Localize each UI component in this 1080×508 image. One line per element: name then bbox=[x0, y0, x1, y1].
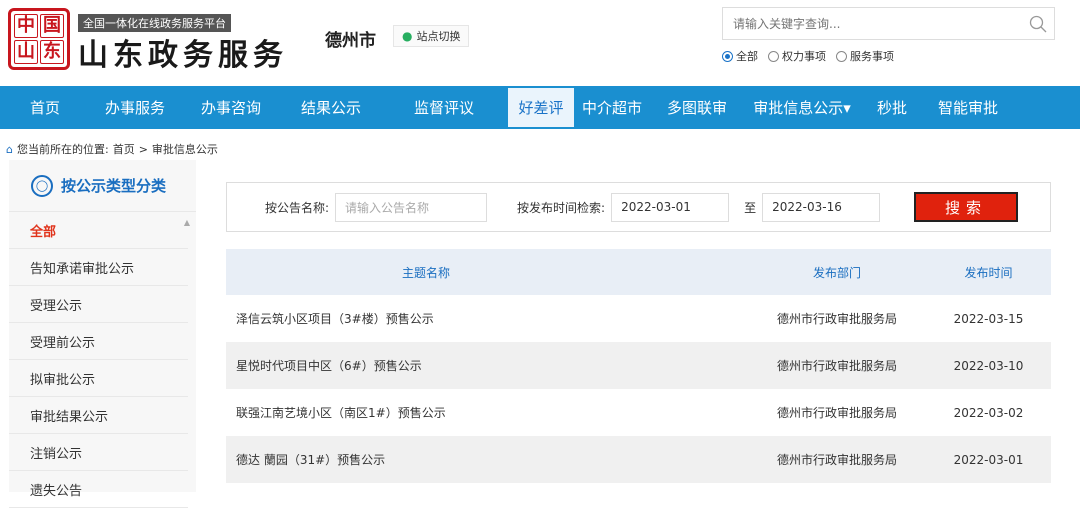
radio-icon bbox=[768, 50, 779, 62]
row-title[interactable]: 泽信云筑小区项目（3#楼）预售公示 bbox=[226, 310, 626, 327]
brand-title[interactable]: 山东政务服务 bbox=[78, 30, 288, 74]
category-icon: ◯ bbox=[31, 174, 53, 197]
breadcrumb-home[interactable]: 首页 bbox=[113, 141, 135, 157]
nav-item-instant[interactable]: 秒批 bbox=[860, 86, 924, 129]
table-row[interactable]: 星悦时代项目中区（6#）预售公示 德州市行政审批服务局 2022-03-10 bbox=[226, 342, 1051, 389]
scope-label: 服务事项 bbox=[850, 50, 894, 63]
logo-char: 东 bbox=[40, 40, 64, 64]
table-row[interactable]: 泽信云筑小区项目（3#楼）预售公示 德州市行政审批服务局 2022-03-15 bbox=[226, 295, 1051, 342]
row-date: 2022-03-15 bbox=[953, 311, 1024, 326]
header-date: 发布时间 bbox=[964, 265, 1013, 280]
table-header: 主题名称 发布部门 发布时间 bbox=[226, 249, 1051, 295]
row-department: 德州市行政审批服务局 bbox=[776, 406, 897, 420]
city-name: 德州市 bbox=[325, 31, 376, 51]
header-title: 主题名称 bbox=[401, 265, 450, 280]
nav-item-joint-review[interactable]: 多图联审 bbox=[650, 86, 744, 129]
scope-label: 全部 bbox=[736, 50, 758, 63]
main-nav: 首页 办事服务 办事咨询 结果公示 监督评议 好差评 中介超市 多图联审 审批信… bbox=[0, 86, 1080, 129]
nav-item-smart[interactable]: 智能审批 bbox=[924, 86, 1012, 129]
sidebar-item-results[interactable]: 审批结果公示 bbox=[9, 397, 188, 434]
nav-item-rating[interactable]: 好差评 bbox=[508, 88, 574, 127]
sidebar-item-lost[interactable]: 遗失公告 bbox=[9, 471, 188, 508]
sidebar-item-notice-commit[interactable]: 告知承诺审批公示 bbox=[9, 249, 188, 286]
header-department: 发布部门 bbox=[812, 265, 861, 280]
scope-option-power[interactable]: 权力事项 bbox=[768, 48, 826, 64]
search-button[interactable]: 搜索 bbox=[914, 192, 1018, 222]
nav-item-home[interactable]: 首页 bbox=[0, 86, 90, 129]
site-switch-label: 站点切换 bbox=[416, 30, 461, 43]
breadcrumb-sep: > bbox=[138, 142, 148, 156]
row-title[interactable]: 星悦时代项目中区（6#）预售公示 bbox=[226, 357, 626, 374]
row-date: 2022-03-02 bbox=[953, 405, 1024, 420]
date-to-input[interactable]: 2022-03-16 bbox=[762, 192, 881, 222]
row-date: 2022-03-01 bbox=[953, 452, 1024, 467]
date-from-input[interactable]: 2022-03-01 bbox=[611, 192, 730, 222]
scope-option-all[interactable]: 全部 bbox=[722, 48, 758, 64]
name-filter-label: 按公告名称: bbox=[265, 200, 330, 215]
search-input[interactable] bbox=[723, 8, 1022, 39]
date-range-separator: 至 bbox=[744, 200, 757, 215]
logo-seal[interactable]: 中 国 山 东 bbox=[8, 8, 70, 70]
row-title[interactable]: 联强江南艺境小区（南区1#）预售公示 bbox=[226, 404, 626, 421]
table-row[interactable]: 德达 蘭园（31#）预售公示 德州市行政审批服务局 2022-03-01 bbox=[226, 436, 1051, 483]
nav-item-results[interactable]: 结果公示 bbox=[282, 86, 380, 129]
breadcrumb-prefix: 您当前所在的位置: bbox=[16, 143, 109, 156]
scope-label: 权力事项 bbox=[782, 50, 826, 63]
sidebar-title: ◯ 按公示类型分类 bbox=[9, 160, 196, 212]
logo-char: 国 bbox=[40, 14, 64, 38]
breadcrumb-current[interactable]: 审批信息公示 bbox=[152, 141, 218, 157]
nav-item-consult[interactable]: 办事咨询 bbox=[180, 86, 282, 129]
sidebar-title-label: 按公示类型分类 bbox=[61, 177, 167, 195]
row-department: 德州市行政审批服务局 bbox=[776, 359, 897, 373]
logo-char: 山 bbox=[14, 40, 38, 64]
location-pin-icon: ● bbox=[402, 29, 413, 43]
filter-bar: 按公告名称: 请输入公告名称 按发布时间检索: 2022-03-01 至 202… bbox=[226, 182, 1051, 232]
notice-table: 主题名称 发布部门 发布时间 泽信云筑小区项目（3#楼）预售公示 德州市行政审批… bbox=[226, 249, 1051, 483]
row-department: 德州市行政审批服务局 bbox=[776, 312, 897, 326]
category-sidebar: ◯ 按公示类型分类 ▲ 全部 告知承诺审批公示 受理公示 受理前公示 拟审批公示… bbox=[9, 160, 196, 508]
nav-item-services[interactable]: 办事服务 bbox=[90, 86, 180, 129]
scroll-up-icon[interactable]: ▲ bbox=[184, 218, 190, 227]
sidebar-item-accepted[interactable]: 受理公示 bbox=[9, 286, 188, 323]
row-department: 德州市行政审批服务局 bbox=[776, 453, 897, 467]
row-date: 2022-03-10 bbox=[953, 358, 1024, 373]
sidebar-item-cancel[interactable]: 注销公示 bbox=[9, 434, 188, 471]
site-switch-button[interactable]: ● 站点切换 bbox=[393, 25, 470, 47]
search-icon[interactable] bbox=[1022, 8, 1054, 40]
radio-selected-icon bbox=[722, 50, 733, 62]
nav-item-agency-market[interactable]: 中介超市 bbox=[574, 86, 650, 129]
search-scope-options: 全部 权力事项 服务事项 bbox=[722, 48, 894, 64]
nav-item-approval-info[interactable]: 审批信息公示▾ bbox=[744, 86, 860, 129]
sidebar-item-pre-accept[interactable]: 受理前公示 bbox=[9, 323, 188, 360]
radio-icon bbox=[836, 50, 847, 62]
table-row[interactable]: 联强江南艺境小区（南区1#）预售公示 德州市行政审批服务局 2022-03-02 bbox=[226, 389, 1051, 436]
search-box bbox=[722, 7, 1055, 40]
scope-option-service[interactable]: 服务事项 bbox=[836, 48, 894, 64]
sidebar-item-all[interactable]: 全部 bbox=[9, 212, 188, 249]
nav-item-supervision[interactable]: 监督评议 bbox=[380, 86, 508, 129]
date-filter-label: 按发布时间检索: bbox=[517, 200, 606, 215]
sidebar-item-proposed[interactable]: 拟审批公示 bbox=[9, 360, 188, 397]
row-title[interactable]: 德达 蘭园（31#）预售公示 bbox=[226, 451, 626, 468]
notice-name-input[interactable]: 请输入公告名称 bbox=[335, 192, 488, 222]
site-header: 中 国 山 东 全国一体化在线政务服务平台 山东政务服务 德州市 ● 站点切换 … bbox=[0, 0, 1080, 86]
logo-char: 中 bbox=[14, 14, 38, 38]
breadcrumb: ⌂ 您当前所在的位置: 首页 > 审批信息公示 bbox=[6, 141, 218, 157]
home-icon: ⌂ bbox=[6, 142, 13, 156]
